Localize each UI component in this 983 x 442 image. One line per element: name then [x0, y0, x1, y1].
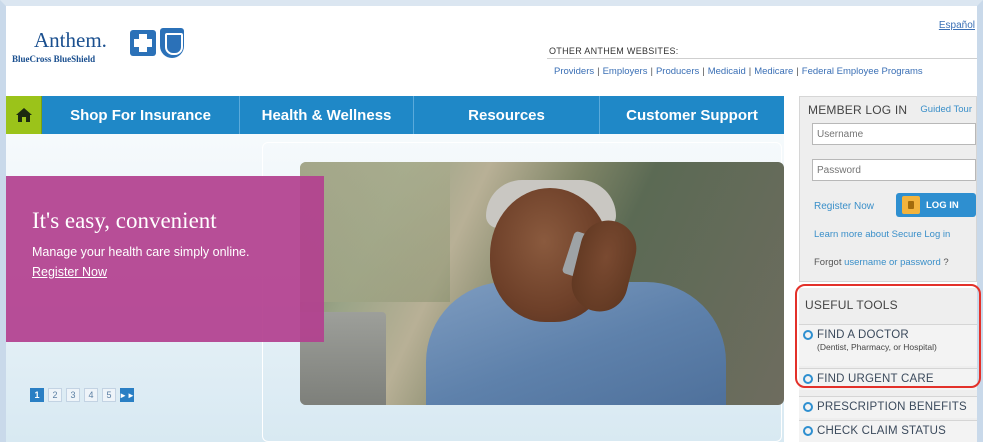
guided-tour-link[interactable]: Guided Tour: [920, 104, 972, 115]
medicare-link[interactable]: Medicare: [754, 66, 793, 77]
federal-employee-programs-link[interactable]: Federal Employee Programs: [802, 66, 923, 77]
nav-home[interactable]: [6, 96, 42, 134]
slide-pager: 1 2 3 4 5 ►►: [30, 388, 135, 402]
hero-banner: It's easy, convenient Manage your health…: [6, 134, 784, 442]
forgot-username-password-link[interactable]: username or password: [844, 257, 941, 268]
anthem-logo[interactable]: Anthem. BlueCross BlueShield: [12, 28, 202, 70]
other-websites-label: OTHER ANTHEM WEBSITES:: [549, 46, 679, 56]
main-nav: Shop For Insurance Health & Wellness Res…: [6, 96, 784, 134]
prescription-benefits-item[interactable]: PRESCRIPTION BENEFITS: [799, 396, 977, 418]
slide-page-2[interactable]: 2: [48, 388, 62, 402]
nav-health-wellness[interactable]: Health & Wellness: [240, 96, 414, 134]
highlight-annotation: [795, 284, 981, 388]
slide-page-4[interactable]: 4: [84, 388, 98, 402]
password-input[interactable]: [812, 159, 976, 181]
medicaid-link[interactable]: Medicaid: [708, 66, 746, 77]
member-login-panel: MEMBER LOG IN Guided Tour Register Now L…: [799, 96, 977, 282]
promo-description: Manage your health care simply online.: [32, 245, 250, 259]
username-input[interactable]: [812, 123, 976, 145]
other-websites-links: Providers | Employers | Producers | Medicaid | M…: [554, 66, 923, 77]
slide-page-5[interactable]: 5: [102, 388, 116, 402]
log-in-button[interactable]: LOG IN: [896, 193, 976, 217]
member-login-title: MEMBER LOG IN: [808, 103, 908, 117]
nav-resources[interactable]: Resources: [414, 96, 600, 134]
register-now-login-link[interactable]: Register Now: [814, 201, 874, 212]
logo-subtitle: BlueCross BlueShield: [12, 54, 96, 64]
promo-text: Manage your health care simply online. R…: [32, 242, 262, 282]
header-divider: [547, 58, 977, 59]
home-icon: [15, 108, 32, 122]
log-in-label: LOG IN: [926, 199, 959, 211]
nav-customer-support[interactable]: Customer Support: [600, 96, 784, 134]
learn-more-secure-login-link[interactable]: Learn more about Secure Log in: [814, 229, 950, 240]
espanol-link[interactable]: Español: [939, 20, 975, 31]
hero-photo: [300, 162, 784, 405]
employers-link[interactable]: Employers: [603, 66, 648, 77]
promo-title: It's easy, convenient: [32, 208, 217, 233]
next-slide-icon[interactable]: ►►: [119, 388, 135, 402]
nav-shop-for-insurance[interactable]: Shop For Insurance: [42, 96, 240, 134]
slide-page-1[interactable]: 1: [30, 388, 44, 402]
forgot-credentials: Forgot username or password ?: [814, 257, 949, 268]
site-header: Anthem. BlueCross BlueShield Español OTH…: [6, 6, 977, 91]
blue-cross-icon: [130, 30, 156, 56]
logo-wordmark: Anthem.: [34, 28, 107, 52]
blue-shield-icon: [160, 28, 184, 58]
register-now-link[interactable]: Register Now: [32, 265, 107, 279]
arrow-circle-icon: [803, 426, 813, 436]
lock-icon: [902, 196, 920, 214]
arrow-circle-icon: [803, 402, 813, 412]
producers-link[interactable]: Producers: [656, 66, 699, 77]
providers-link[interactable]: Providers: [554, 66, 594, 77]
check-claim-status-label: CHECK CLAIM STATUS: [817, 425, 947, 437]
check-claim-status-item[interactable]: CHECK CLAIM STATUS: [799, 420, 977, 442]
slide-page-3[interactable]: 3: [66, 388, 80, 402]
prescription-benefits-label: PRESCRIPTION BENEFITS: [817, 401, 967, 413]
